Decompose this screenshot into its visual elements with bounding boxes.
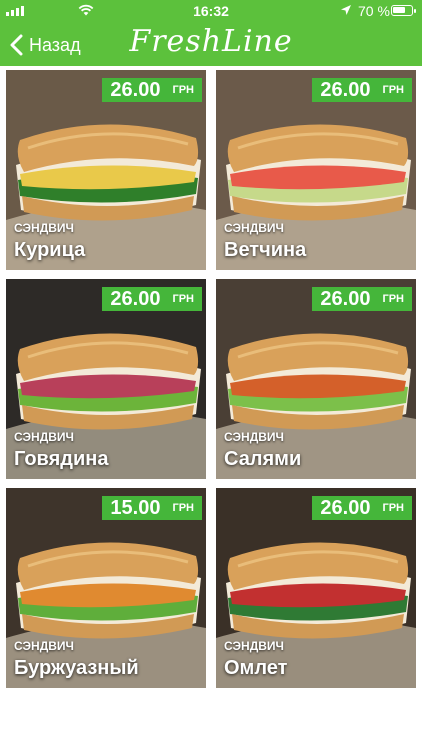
product-card[interactable]: 15.00 ГРН СЭНДВИЧ Буржуазный — [6, 488, 206, 688]
product-category: СЭНДВИЧ — [14, 221, 74, 235]
price-badge: 26.00 ГРН — [102, 287, 202, 311]
product-category: СЭНДВИЧ — [14, 430, 74, 444]
product-card[interactable]: 26.00 ГРН СЭНДВИЧ Ветчина — [216, 70, 416, 270]
product-card[interactable]: 26.00 ГРН СЭНДВИЧ Омлет — [216, 488, 416, 688]
product-name: Курица — [14, 239, 86, 261]
product-name: Говядина — [14, 448, 109, 470]
price-badge: 15.00 ГРН — [102, 496, 202, 520]
product-category: СЭНДВИЧ — [224, 430, 284, 444]
price-value: 26.00 — [320, 78, 371, 101]
product-category: СЭНДВИЧ — [224, 221, 284, 235]
price-value: 26.00 — [320, 496, 371, 519]
price-badge: 26.00 ГРН — [312, 496, 412, 520]
price-value: 15.00 — [110, 496, 161, 519]
price-badge: 26.00 ГРН — [102, 78, 202, 102]
product-category: СЭНДВИЧ — [14, 639, 74, 653]
price-value: 26.00 — [110, 78, 161, 101]
app-logo: FreshLine — [129, 24, 293, 59]
price-value: 26.00 — [320, 287, 371, 310]
price-badge: 26.00 ГРН — [312, 78, 412, 102]
price-currency: ГРН — [172, 502, 194, 514]
price-currency: ГРН — [172, 293, 194, 305]
price-badge: 26.00 ГРН — [312, 287, 412, 311]
battery-percent: 70 % — [358, 3, 390, 19]
navigation-bar: 16:32 70 % Назад FreshLine — [0, 0, 422, 66]
product-card[interactable]: 26.00 ГРН СЭНДВИЧ Курица — [6, 70, 206, 270]
battery-icon — [391, 5, 416, 16]
product-name: Буржуазный — [14, 657, 139, 679]
product-name: Салями — [224, 448, 302, 470]
location-arrow-icon — [341, 5, 351, 15]
price-currency: ГРН — [382, 293, 404, 305]
status-bar: 16:32 70 % — [0, 0, 422, 22]
product-card[interactable]: 26.00 ГРН СЭНДВИЧ Салями — [216, 279, 416, 479]
product-category: СЭНДВИЧ — [224, 639, 284, 653]
product-name: Ветчина — [224, 239, 307, 261]
price-currency: ГРН — [382, 84, 404, 96]
price-currency: ГРН — [382, 502, 404, 514]
product-name: Омлет — [224, 657, 288, 679]
price-currency: ГРН — [172, 84, 194, 96]
product-card[interactable]: 26.00 ГРН СЭНДВИЧ Говядина — [6, 279, 206, 479]
price-value: 26.00 — [110, 287, 161, 310]
